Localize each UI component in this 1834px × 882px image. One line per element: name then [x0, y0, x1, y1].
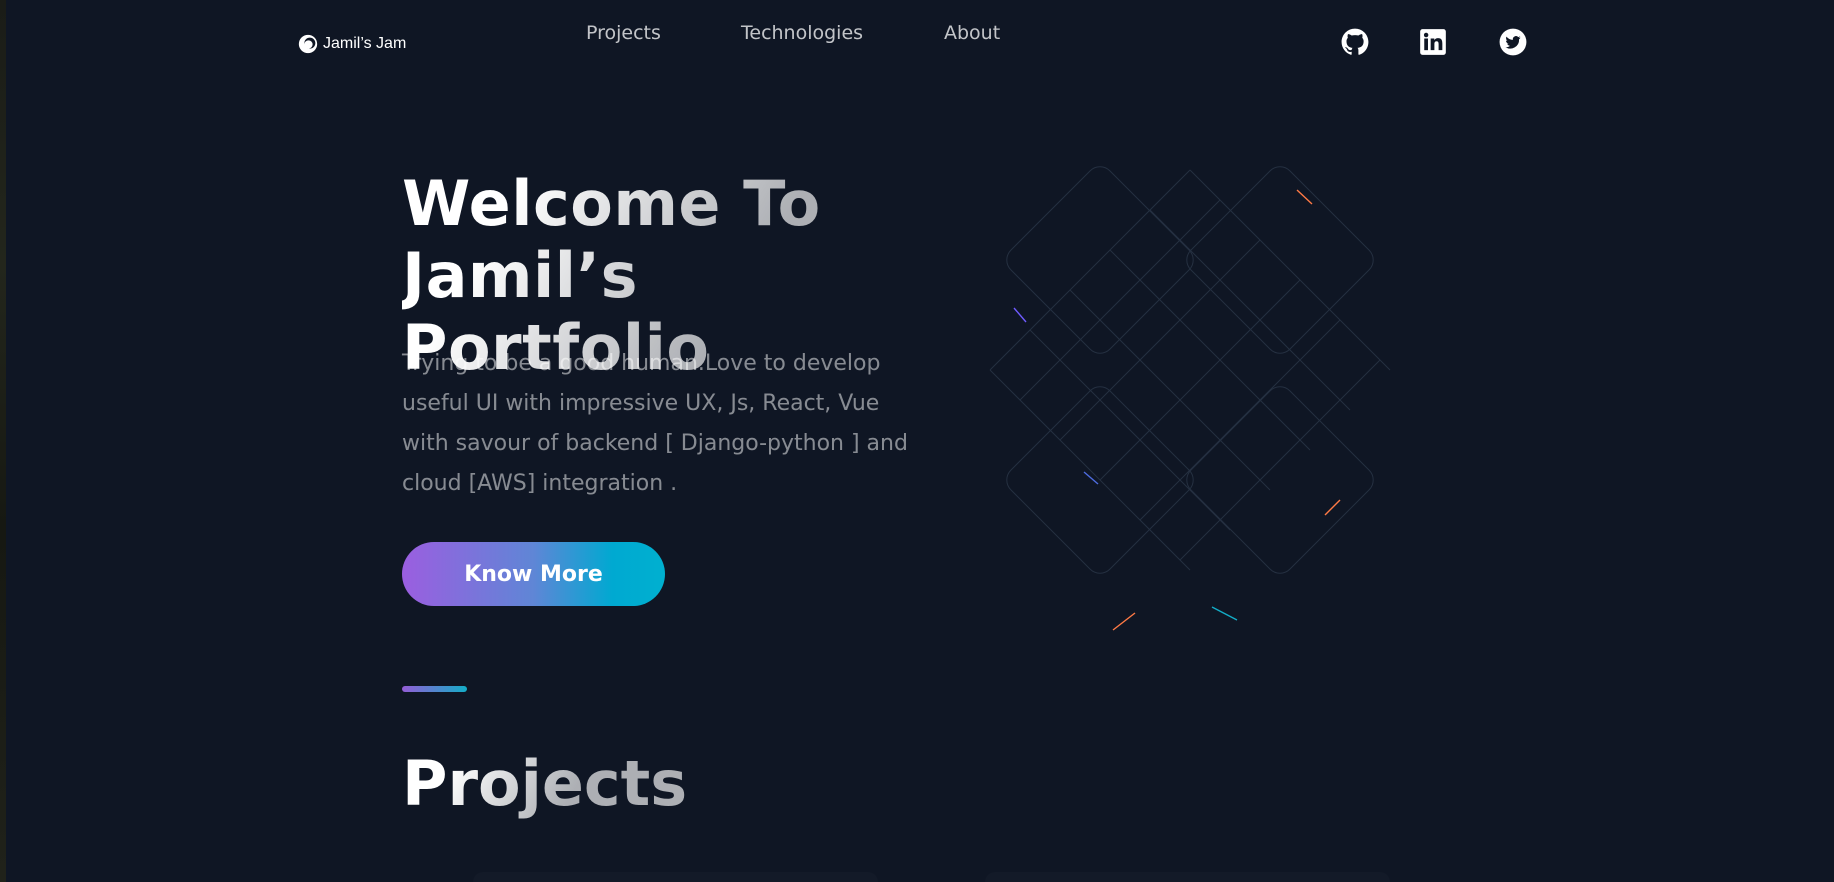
brand-link[interactable]: Jamil’s Jam — [297, 33, 406, 55]
nav-link-technologies[interactable]: Technologies — [741, 22, 863, 44]
twitter-icon — [1499, 28, 1527, 56]
section-divider — [402, 686, 467, 692]
linkedin-link[interactable] — [1419, 28, 1447, 56]
background-animation — [960, 140, 1420, 660]
projects-section-title: Projects — [402, 747, 688, 820]
github-icon — [1341, 28, 1369, 55]
hero-title-line-1: Welcome To — [402, 167, 821, 240]
project-card[interactable] — [473, 872, 878, 882]
hero-description: Trying to be a good human.Love to develo… — [402, 351, 908, 496]
grid-decoration-icon — [989, 166, 1391, 631]
know-more-button[interactable]: Know More — [402, 542, 665, 606]
linkedin-icon — [1420, 29, 1446, 55]
social-links — [1341, 28, 1531, 58]
logo-icon — [298, 34, 318, 54]
project-card[interactable] — [985, 872, 1390, 882]
nav-link-about[interactable]: About — [944, 22, 1000, 44]
github-link[interactable] — [1341, 28, 1369, 56]
brand-name: Jamil’s Jam — [323, 35, 407, 52]
portfolio-page: Jamil’s Jam Projects Technologies About — [0, 0, 1834, 882]
window-edge — [0, 0, 6, 882]
twitter-link[interactable] — [1499, 28, 1527, 56]
nav-link-projects[interactable]: Projects — [586, 22, 661, 44]
